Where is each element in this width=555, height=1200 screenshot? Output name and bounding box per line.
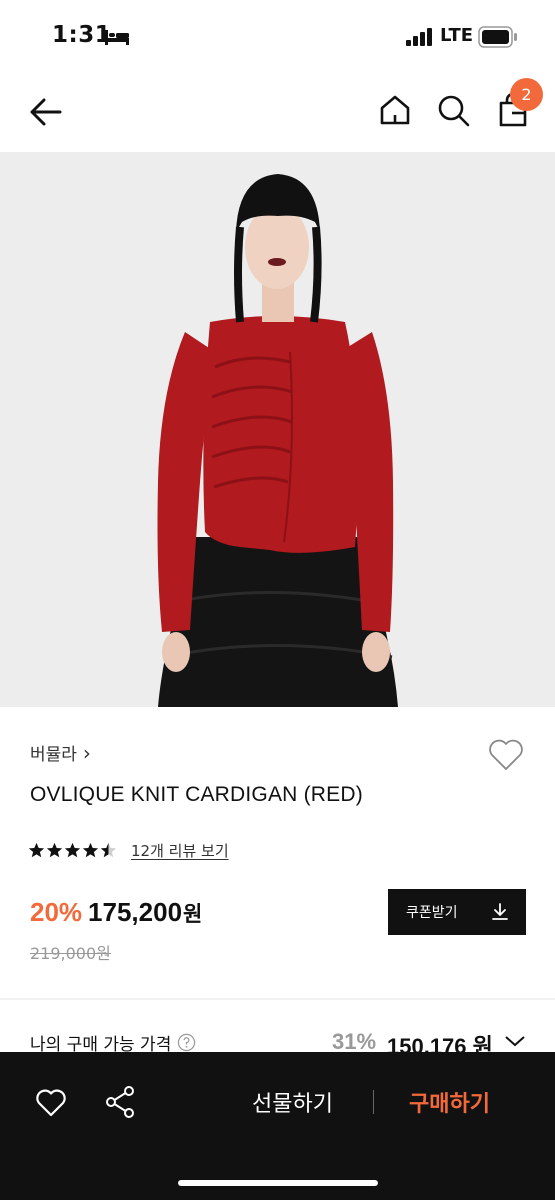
help-icon[interactable] (177, 1033, 196, 1052)
brand-name: 버뮬라 (30, 745, 77, 765)
network-type: LTE (440, 25, 474, 46)
home-indicator[interactable] (178, 1180, 378, 1186)
coupon-label: 쿠폰받기 (406, 905, 458, 921)
sale-price: 175,200 (88, 897, 183, 927)
half-star-icon (100, 842, 117, 858)
product-image[interactable] (0, 152, 555, 707)
battery-icon (478, 26, 517, 48)
brand-link[interactable]: 버뮬라 › (30, 740, 91, 766)
currency-unit: 원 (183, 902, 203, 926)
buy-button[interactable]: 구매하기 (409, 1086, 490, 1118)
signal-icon (406, 28, 432, 46)
search-icon[interactable] (434, 91, 472, 129)
bed-icon (105, 30, 129, 45)
share-icon[interactable] (104, 1085, 136, 1119)
product-title: OVLIQUE KNIT CARDIGAN (RED) (30, 783, 363, 806)
back-icon[interactable] (26, 92, 66, 132)
star-icon (82, 842, 99, 858)
rating-row: 12개 리뷰 보기 (28, 840, 229, 861)
wishlist-heart-icon[interactable] (34, 1086, 68, 1118)
product-photo (0, 152, 555, 707)
bottom-action-bar: 선물하기 구매하기 (0, 1052, 555, 1200)
action-divider (373, 1090, 374, 1114)
star-icon (64, 842, 81, 858)
chevron-right-icon: › (82, 740, 91, 765)
chevron-down-icon[interactable] (504, 1032, 526, 1050)
status-bar: 1:31 LTE (0, 0, 555, 76)
download-icon (492, 903, 508, 920)
home-icon[interactable] (376, 91, 414, 129)
original-price: 219,000원 (30, 944, 111, 963)
star-icon (28, 842, 45, 858)
price-row: 20% 175,200 원 (30, 897, 202, 928)
section-divider (0, 998, 555, 1000)
rating-stars (28, 842, 117, 859)
coupon-download-button[interactable]: 쿠폰받기 (388, 889, 526, 935)
status-time: 1:31 (52, 22, 112, 48)
review-link[interactable]: 12개 리뷰 보기 (131, 840, 229, 861)
cart-count-badge: 2 (510, 78, 543, 111)
gift-button[interactable]: 선물하기 (252, 1086, 333, 1118)
heart-icon[interactable] (486, 735, 526, 773)
nav-bar: 2 (0, 76, 555, 152)
discount-rate: 20% (30, 897, 83, 927)
star-icon (46, 842, 63, 858)
